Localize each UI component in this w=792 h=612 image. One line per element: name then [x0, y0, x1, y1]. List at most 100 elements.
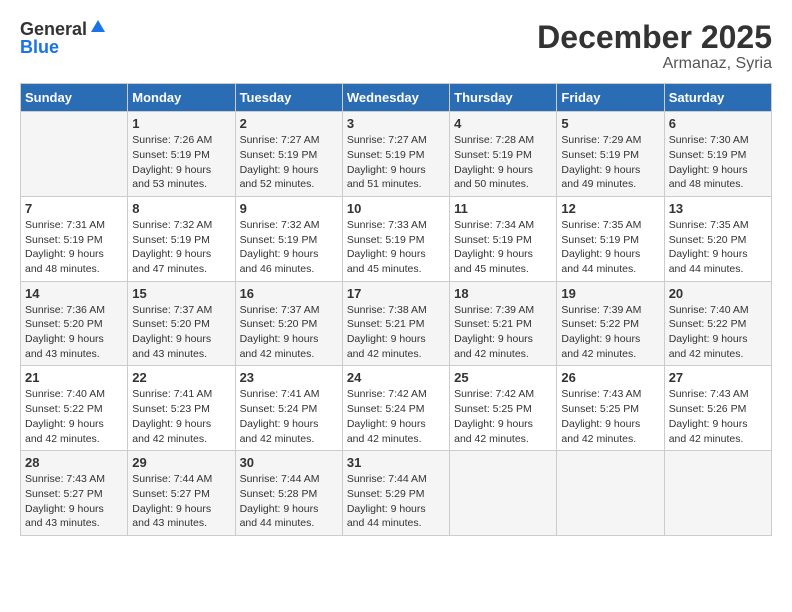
day-number: 29: [132, 455, 230, 470]
day-info: Sunrise: 7:41 AM Sunset: 5:23 PM Dayligh…: [132, 387, 230, 446]
day-info: Sunrise: 7:44 AM Sunset: 5:28 PM Dayligh…: [240, 472, 338, 531]
calendar-cell: 10 Sunrise: 7:33 AM Sunset: 5:19 PM Dayli…: [342, 196, 449, 281]
day-info: Sunrise: 7:43 AM Sunset: 5:26 PM Dayligh…: [669, 387, 767, 446]
logo: General Blue: [20, 20, 107, 56]
day-info: Sunrise: 7:28 AM Sunset: 5:19 PM Dayligh…: [454, 133, 552, 192]
calendar-cell: [557, 451, 664, 536]
day-number: 4: [454, 116, 552, 131]
calendar-cell: 20 Sunrise: 7:40 AM Sunset: 5:22 PM Dayli…: [664, 281, 771, 366]
week-row-1: 1Sunrise: 7:26 AM Sunset: 5:19 PM Daylig…: [21, 112, 772, 197]
calendar-cell: 30 Sunrise: 7:44 AM Sunset: 5:28 PM Dayli…: [235, 451, 342, 536]
day-info: Sunrise: 7:40 AM Sunset: 5:22 PM Dayligh…: [669, 303, 767, 362]
day-info: Sunrise: 7:30 AM Sunset: 5:19 PM Dayligh…: [669, 133, 767, 192]
day-number: 16: [240, 286, 338, 301]
day-info: Sunrise: 7:40 AM Sunset: 5:22 PM Dayligh…: [25, 387, 123, 446]
calendar-cell: 8Sunrise: 7:32 AM Sunset: 5:19 PM Daylig…: [128, 196, 235, 281]
day-number: 22: [132, 370, 230, 385]
calendar-cell: 18 Sunrise: 7:39 AM Sunset: 5:21 PM Dayli…: [450, 281, 557, 366]
day-info: Sunrise: 7:33 AM Sunset: 5:19 PM Dayligh…: [347, 218, 445, 277]
day-number: 13: [669, 201, 767, 216]
title-block: December 2025 Armanaz, Syria: [537, 20, 772, 73]
calendar-cell: 22 Sunrise: 7:41 AM Sunset: 5:23 PM Dayli…: [128, 366, 235, 451]
calendar-cell: 11 Sunrise: 7:34 AM Sunset: 5:19 PM Dayli…: [450, 196, 557, 281]
day-info: Sunrise: 7:37 AM Sunset: 5:20 PM Dayligh…: [240, 303, 338, 362]
logo-general-text: General: [20, 20, 87, 38]
calendar-cell: 6 Sunrise: 7:30 AM Sunset: 5:19 PM Daylig…: [664, 112, 771, 197]
calendar-cell: 1Sunrise: 7:26 AM Sunset: 5:19 PM Daylig…: [128, 112, 235, 197]
day-info: Sunrise: 7:39 AM Sunset: 5:22 PM Dayligh…: [561, 303, 659, 362]
day-number: 20: [669, 286, 767, 301]
calendar-cell: 25 Sunrise: 7:42 AM Sunset: 5:25 PM Dayli…: [450, 366, 557, 451]
day-info: Sunrise: 7:39 AM Sunset: 5:21 PM Dayligh…: [454, 303, 552, 362]
day-number: 19: [561, 286, 659, 301]
day-info: Sunrise: 7:34 AM Sunset: 5:19 PM Dayligh…: [454, 218, 552, 277]
day-number: 31: [347, 455, 445, 470]
day-number: 23: [240, 370, 338, 385]
calendar-cell: 5 Sunrise: 7:29 AM Sunset: 5:19 PM Daylig…: [557, 112, 664, 197]
day-info: Sunrise: 7:36 AM Sunset: 5:20 PM Dayligh…: [25, 303, 123, 362]
day-number: 17: [347, 286, 445, 301]
day-number: 15: [132, 286, 230, 301]
calendar-cell: 21 Sunrise: 7:40 AM Sunset: 5:22 PM Dayli…: [21, 366, 128, 451]
day-info: Sunrise: 7:29 AM Sunset: 5:19 PM Dayligh…: [561, 133, 659, 192]
day-number: 24: [347, 370, 445, 385]
calendar-cell: [21, 112, 128, 197]
day-info: Sunrise: 7:42 AM Sunset: 5:24 PM Dayligh…: [347, 387, 445, 446]
location-title: Armanaz, Syria: [537, 55, 772, 73]
day-header-monday: Monday: [128, 84, 235, 112]
day-number: 12: [561, 201, 659, 216]
calendar-cell: 3 Sunrise: 7:27 AM Sunset: 5:19 PM Daylig…: [342, 112, 449, 197]
day-info: Sunrise: 7:31 AM Sunset: 5:19 PM Dayligh…: [25, 218, 123, 277]
calendar-cell: 28Sunrise: 7:43 AM Sunset: 5:27 PM Dayli…: [21, 451, 128, 536]
calendar-cell: [450, 451, 557, 536]
day-number: 5: [561, 116, 659, 131]
day-info: Sunrise: 7:44 AM Sunset: 5:27 PM Dayligh…: [132, 472, 230, 531]
calendar-cell: 14 Sunrise: 7:36 AM Sunset: 5:20 PM Dayli…: [21, 281, 128, 366]
day-number: 18: [454, 286, 552, 301]
day-number: 27: [669, 370, 767, 385]
calendar-cell: 31 Sunrise: 7:44 AM Sunset: 5:29 PM Dayli…: [342, 451, 449, 536]
day-number: 21: [25, 370, 123, 385]
day-number: 1: [132, 116, 230, 131]
calendar-cell: 24 Sunrise: 7:42 AM Sunset: 5:24 PM Dayli…: [342, 366, 449, 451]
day-info: Sunrise: 7:44 AM Sunset: 5:29 PM Dayligh…: [347, 472, 445, 531]
calendar-cell: 17Sunrise: 7:38 AM Sunset: 5:21 PM Dayli…: [342, 281, 449, 366]
day-header-wednesday: Wednesday: [342, 84, 449, 112]
logo-icon: [89, 18, 107, 36]
day-info: Sunrise: 7:35 AM Sunset: 5:20 PM Dayligh…: [669, 218, 767, 277]
day-header-tuesday: Tuesday: [235, 84, 342, 112]
day-header-friday: Friday: [557, 84, 664, 112]
day-info: Sunrise: 7:42 AM Sunset: 5:25 PM Dayligh…: [454, 387, 552, 446]
week-row-3: 14 Sunrise: 7:36 AM Sunset: 5:20 PM Dayli…: [21, 281, 772, 366]
calendar-cell: 27 Sunrise: 7:43 AM Sunset: 5:26 PM Dayli…: [664, 366, 771, 451]
day-number: 3: [347, 116, 445, 131]
day-info: Sunrise: 7:43 AM Sunset: 5:27 PM Dayligh…: [25, 472, 123, 531]
calendar-cell: 29 Sunrise: 7:44 AM Sunset: 5:27 PM Dayli…: [128, 451, 235, 536]
day-info: Sunrise: 7:27 AM Sunset: 5:19 PM Dayligh…: [347, 133, 445, 192]
day-number: 11: [454, 201, 552, 216]
calendar-cell: 12Sunrise: 7:35 AM Sunset: 5:19 PM Dayli…: [557, 196, 664, 281]
day-number: 26: [561, 370, 659, 385]
day-number: 14: [25, 286, 123, 301]
calendar-cell: [664, 451, 771, 536]
week-row-2: 7 Sunrise: 7:31 AM Sunset: 5:19 PM Daylig…: [21, 196, 772, 281]
logo-blue-text: Blue: [20, 38, 59, 56]
calendar-cell: 16 Sunrise: 7:37 AM Sunset: 5:20 PM Dayli…: [235, 281, 342, 366]
calendar-cell: 15Sunrise: 7:37 AM Sunset: 5:20 PM Dayli…: [128, 281, 235, 366]
month-title: December 2025: [537, 20, 772, 55]
day-number: 30: [240, 455, 338, 470]
calendar-cell: 2Sunrise: 7:27 AM Sunset: 5:19 PM Daylig…: [235, 112, 342, 197]
day-number: 10: [347, 201, 445, 216]
day-number: 6: [669, 116, 767, 131]
week-row-5: 28Sunrise: 7:43 AM Sunset: 5:27 PM Dayli…: [21, 451, 772, 536]
day-info: Sunrise: 7:41 AM Sunset: 5:24 PM Dayligh…: [240, 387, 338, 446]
day-number: 7: [25, 201, 123, 216]
day-info: Sunrise: 7:32 AM Sunset: 5:19 PM Dayligh…: [240, 218, 338, 277]
day-header-sunday: Sunday: [21, 84, 128, 112]
day-number: 25: [454, 370, 552, 385]
calendar-cell: 9Sunrise: 7:32 AM Sunset: 5:19 PM Daylig…: [235, 196, 342, 281]
calendar-cell: 4 Sunrise: 7:28 AM Sunset: 5:19 PM Daylig…: [450, 112, 557, 197]
day-info: Sunrise: 7:43 AM Sunset: 5:25 PM Dayligh…: [561, 387, 659, 446]
calendar-cell: 26 Sunrise: 7:43 AM Sunset: 5:25 PM Dayli…: [557, 366, 664, 451]
day-info: Sunrise: 7:32 AM Sunset: 5:19 PM Dayligh…: [132, 218, 230, 277]
